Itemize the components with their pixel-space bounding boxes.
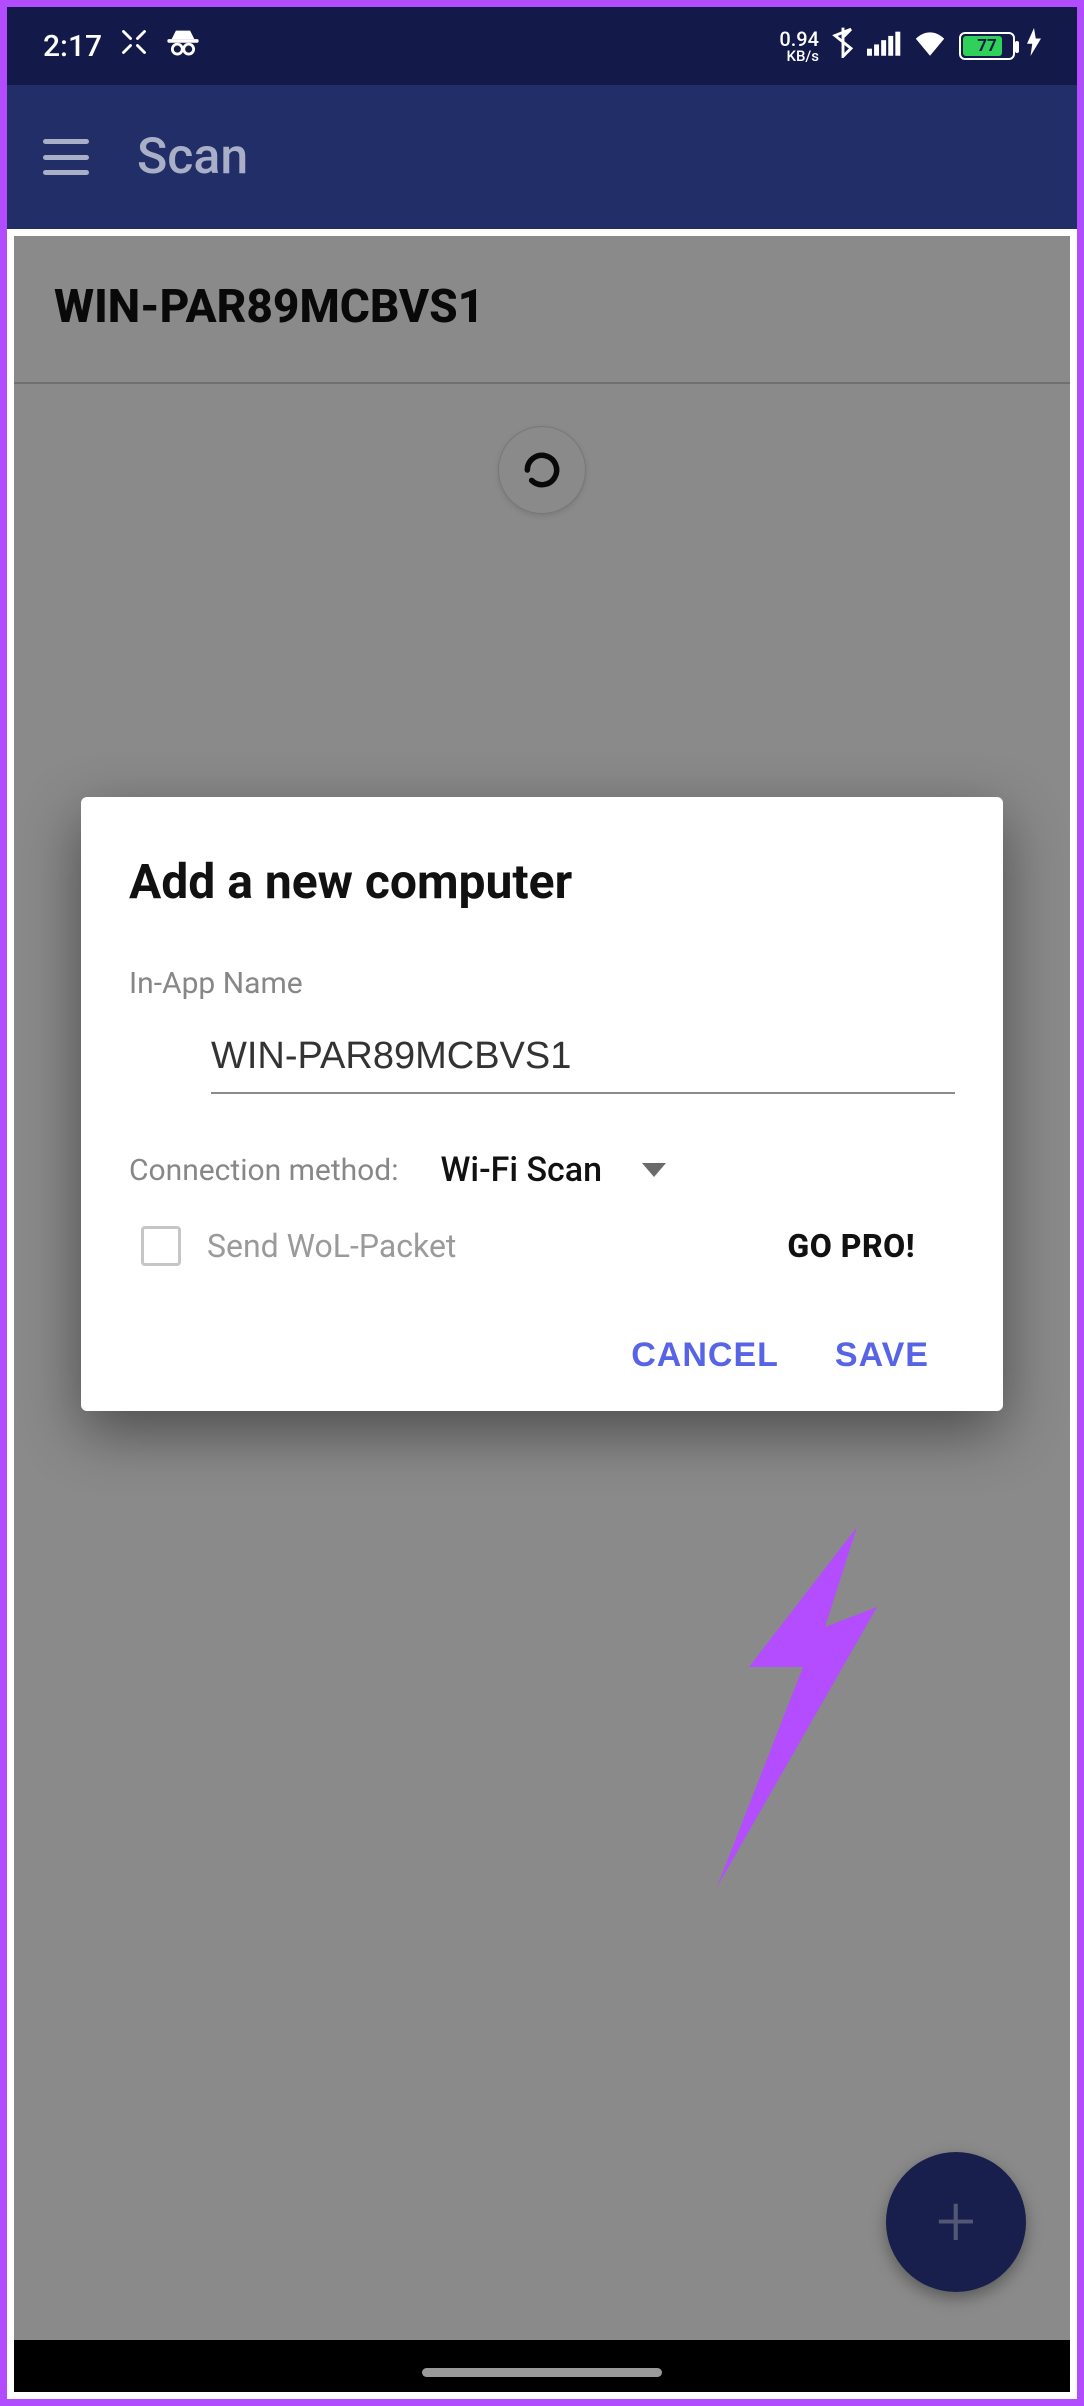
- status-bar: 2:17 0.94 KB/s: [7, 7, 1077, 85]
- go-pro-button[interactable]: GO PRO!: [787, 1227, 915, 1265]
- wifi-icon: [913, 29, 947, 64]
- wol-label: Send WoL-Packet: [207, 1227, 456, 1265]
- connection-value: Wi-Fi Scan: [440, 1150, 602, 1190]
- nav-bar: [14, 2340, 1070, 2392]
- bluetooth-icon: [831, 26, 855, 66]
- status-time: 2:17: [43, 29, 102, 64]
- menu-icon[interactable]: [43, 139, 89, 175]
- dialog-title: Add a new computer: [129, 853, 955, 910]
- name-input[interactable]: [211, 1029, 955, 1094]
- chevron-down-icon: [642, 1163, 666, 1177]
- cellular-icon: [867, 29, 901, 64]
- cancel-button[interactable]: CANCEL: [631, 1336, 779, 1375]
- save-button[interactable]: SAVE: [835, 1336, 929, 1375]
- app-bar: Scan: [7, 85, 1077, 229]
- connection-dropdown[interactable]: Wi-Fi Scan: [440, 1150, 666, 1190]
- name-field-label: In-App Name: [129, 966, 955, 1001]
- network-rate: 0.94 KB/s: [779, 29, 819, 64]
- tools-icon: [120, 28, 148, 64]
- app-title: Scan: [137, 128, 248, 186]
- charging-icon: [1027, 28, 1041, 64]
- connection-label: Connection method:: [129, 1153, 398, 1188]
- incognito-icon: [166, 27, 200, 65]
- battery-icon: 77: [959, 32, 1015, 60]
- add-computer-dialog: Add a new computer In-App Name Connectio…: [81, 797, 1003, 1411]
- wol-checkbox[interactable]: [141, 1226, 181, 1266]
- home-indicator[interactable]: [422, 2368, 662, 2377]
